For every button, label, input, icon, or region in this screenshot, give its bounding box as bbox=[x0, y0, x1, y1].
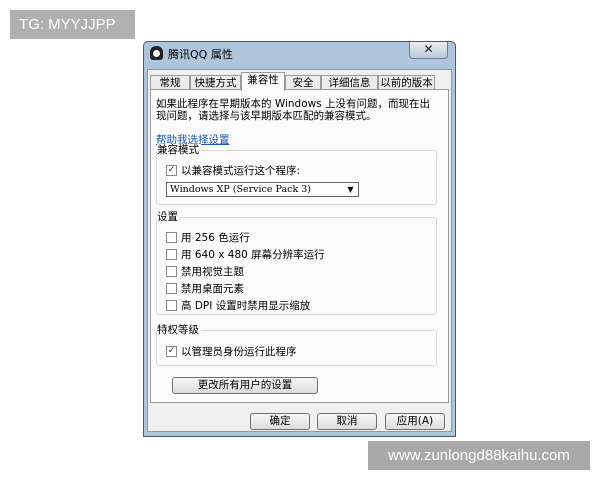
tab-previous-versions[interactable]: 以前的版本 bbox=[378, 75, 435, 90]
intro-line-1: 如果此程序在早期版本的 Windows 上没有问题，而现在出 bbox=[156, 98, 431, 110]
compat-mode-group-label: 兼容模式 bbox=[157, 144, 201, 156]
setting-256-colors-row[interactable]: 用 256 色运行 bbox=[166, 230, 250, 244]
apply-button[interactable]: 应用(A) bbox=[385, 413, 445, 430]
setting-640x480-label: 用 640 x 480 屏幕分辨率运行 bbox=[181, 248, 325, 261]
privilege-level-group-label: 特权等级 bbox=[157, 324, 201, 336]
cancel-button[interactable]: 取消 bbox=[317, 413, 377, 430]
dialog-client-area: 常规 快捷方式 兼容性 安全 详细信息 以前的版本 如果此程序在早期版本的 Wi… bbox=[147, 69, 452, 432]
watermark-bottom-right: www.zunlongd88kaihu.com bbox=[368, 441, 590, 470]
setting-disable-dpi-scaling-checkbox[interactable] bbox=[166, 299, 177, 311]
setting-disable-desktop-composition-checkbox[interactable] bbox=[166, 282, 177, 294]
properties-dialog: 腾讯QQ 属性 ✕ 常规 快捷方式 兼容性 安全 详细信息 以前的版本 如果此程… bbox=[143, 41, 456, 437]
compat-mode-group: 兼容模式 ✓ 以兼容模式运行这个程序: Windows XP (Service … bbox=[156, 144, 437, 205]
window-title: 腾讯QQ 属性 bbox=[168, 48, 233, 61]
settings-group: 设置 用 256 色运行 用 640 x 480 屏幕分辨率运行 禁用视觉主题 … bbox=[156, 211, 437, 315]
setting-640x480-row[interactable]: 用 640 x 480 屏幕分辨率运行 bbox=[166, 247, 325, 261]
tab-general[interactable]: 常规 bbox=[150, 75, 190, 90]
setting-disable-dpi-scaling-row[interactable]: 高 DPI 设置时禁用显示缩放 bbox=[166, 298, 310, 312]
change-settings-all-users-button[interactable]: 更改所有用户的设置 bbox=[172, 377, 318, 394]
run-as-admin-row[interactable]: ✓ 以管理员身份运行此程序 bbox=[166, 344, 297, 358]
run-as-admin-checkbox[interactable]: ✓ bbox=[166, 345, 177, 357]
intro-line-2: 现问题，请选择与该早期版本匹配的兼容模式。 bbox=[156, 110, 377, 122]
setting-256-colors-checkbox[interactable] bbox=[166, 231, 177, 243]
os-version-select[interactable]: Windows XP (Service Pack 3) ▼ bbox=[166, 182, 359, 197]
privilege-level-group: 特权等级 ✓ 以管理员身份运行此程序 bbox=[156, 324, 437, 366]
intro-text: 如果此程序在早期版本的 Windows 上没有问题，而现在出 现问题，请选择与该… bbox=[156, 98, 441, 122]
watermark-top-left: TG: MYYJJPP bbox=[10, 10, 135, 39]
compatibility-panel: 如果此程序在早期版本的 Windows 上没有问题，而现在出 现问题，请选择与该… bbox=[150, 89, 449, 403]
tab-details[interactable]: 详细信息 bbox=[321, 75, 378, 90]
dropdown-arrow-icon[interactable]: ▼ bbox=[345, 184, 356, 195]
ok-button[interactable]: 确定 bbox=[250, 413, 310, 430]
tab-compatibility[interactable]: 兼容性 bbox=[241, 72, 285, 91]
setting-disable-dpi-scaling-label: 高 DPI 设置时禁用显示缩放 bbox=[181, 299, 311, 312]
setting-disable-desktop-composition-row[interactable]: 禁用桌面元素 bbox=[166, 281, 244, 295]
setting-256-colors-label: 用 256 色运行 bbox=[181, 231, 250, 244]
settings-group-label: 设置 bbox=[157, 211, 180, 223]
compat-mode-checkbox-label: 以兼容模式运行这个程序: bbox=[181, 164, 301, 177]
close-button[interactable]: ✕ bbox=[409, 42, 448, 59]
tab-security[interactable]: 安全 bbox=[285, 75, 321, 90]
compat-mode-checkbox-row[interactable]: ✓ 以兼容模式运行这个程序: bbox=[166, 163, 300, 177]
tab-strip: 常规 快捷方式 兼容性 安全 详细信息 以前的版本 bbox=[150, 72, 449, 91]
setting-disable-visual-themes-row[interactable]: 禁用视觉主题 bbox=[166, 264, 244, 278]
qq-penguin-icon bbox=[150, 46, 163, 60]
os-version-value: Windows XP (Service Pack 3) bbox=[170, 184, 311, 195]
setting-disable-visual-themes-checkbox[interactable] bbox=[166, 265, 177, 277]
compat-mode-checkbox[interactable]: ✓ bbox=[166, 164, 177, 176]
setting-disable-desktop-composition-label: 禁用桌面元素 bbox=[181, 282, 244, 295]
tab-shortcut[interactable]: 快捷方式 bbox=[190, 75, 241, 90]
title-bar[interactable]: 腾讯QQ 属性 ✕ bbox=[144, 42, 455, 64]
setting-disable-visual-themes-label: 禁用视觉主题 bbox=[181, 265, 244, 278]
run-as-admin-label: 以管理员身份运行此程序 bbox=[181, 345, 297, 358]
setting-640x480-checkbox[interactable] bbox=[166, 248, 177, 260]
